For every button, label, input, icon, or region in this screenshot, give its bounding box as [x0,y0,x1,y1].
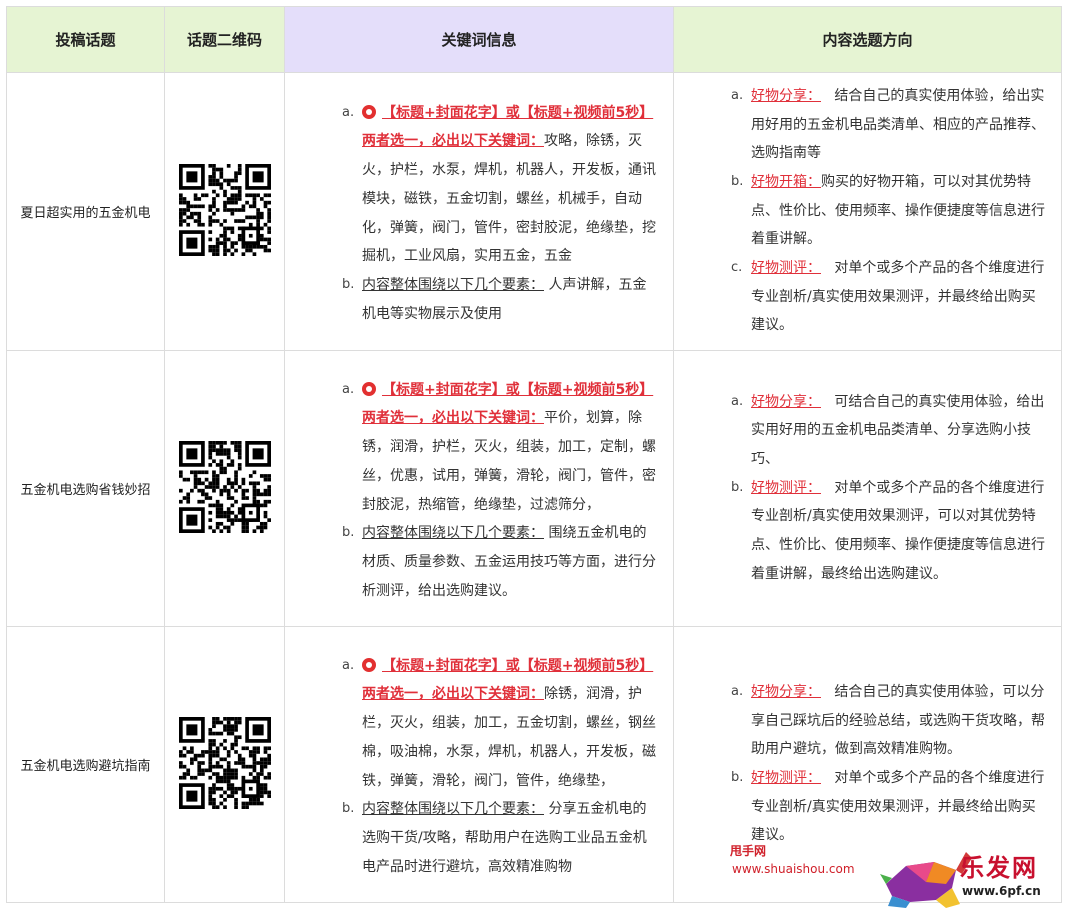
list-item: a. 好物分享： 可结合自己的真实使用体验，给出实用好用的五金机电品类清单、分享… [731,388,1048,474]
list-marker: a. [731,393,744,409]
keyword-list: 攻略，除锈，灭火，护栏，水泵，焊机，机器人，开发板，通讯模块，磁铁，五金切割，螺… [362,133,656,265]
header-keywords: 关键词信息 [284,6,674,73]
element-label: 内容整体围绕以下几个要素： [362,801,544,818]
list-marker: b. [731,173,744,189]
direction-label: 好物分享： [751,683,821,700]
list-item: c. 好物测评： 对单个或多个产品的各个维度进行专业剖析/真实使用效果测评，并最… [731,254,1048,340]
list-marker: b. [342,525,355,541]
list-marker: b. [342,276,355,292]
keywords-cell: a. 【标题+封面花字】或【标题+视频前5秒】两者选一，必出以下关键词：平价，划… [284,350,674,627]
element-label: 内容整体围绕以下几个要素： [362,276,544,293]
watermark-logo-url: www.6pf.cn [962,884,1041,898]
watermark-site-url: www.shuaishou.com [732,862,855,876]
list-item: b. 好物开箱：购买的好物开箱，可以对其优势特点、性价比、使用频率、操作便捷度等… [731,168,1048,254]
table-row: 五金机电选购省钱妙招 a. 【标题+封面花字】或【标题+视频前5秒】两者选一，必… [6,350,1062,627]
list-marker: b. [731,479,744,495]
qr-code-icon[interactable] [178,163,271,256]
target-icon [362,381,376,396]
watermark-logo-text: 乐发网 [960,853,1038,882]
target-icon [362,104,376,119]
list-item: a. 【标题+封面花字】或【标题+视频前5秒】两者选一，必出以下关键词：平价，划… [342,376,658,520]
direction-cell: a. 好物分享： 结合自己的真实使用体验，给出实用好用的五金机电品类清单、相应的… [673,72,1062,351]
list-marker: c. [731,260,743,276]
list-item: b. 内容整体围绕以下几个要素： 围绕五金机电的材质、质量参数、五金运用技巧等方… [342,519,658,605]
direction-label: 好物分享： [751,87,821,104]
list-marker: a. [731,87,744,103]
element-label: 内容整体围绕以下几个要素： [362,525,544,542]
direction-cell: a. 好物分享： 可结合自己的真实使用体验，给出实用好用的五金机电品类清单、分享… [673,350,1062,627]
keywords-cell: a. 【标题+封面花字】或【标题+视频前5秒】两者选一，必出以下关键词：除锈，润… [284,626,674,903]
header-direction: 内容选题方向 [673,6,1062,73]
list-marker: a. [342,104,355,120]
header-row: 投稿话题 话题二维码 关键词信息 内容选题方向 [6,6,1062,73]
qr-code-icon[interactable] [178,716,271,809]
header-qr: 话题二维码 [164,6,285,73]
table-row: 夏日超实用的五金机电 a. 【标题+封面花字】或【标题+视频前5秒】两者选一，必… [6,72,1062,351]
list-item: b. 好物测评： 对单个或多个产品的各个维度进行专业剖析/真实使用效果测评，可以… [731,474,1048,589]
header-topic: 投稿话题 [6,6,165,73]
list-marker: a. [342,657,355,673]
list-item: b. 好物测评： 对单个或多个产品的各个维度进行专业剖析/真实使用效果测评，并最… [731,764,1048,850]
list-item: b. 内容整体围绕以下几个要素： 人声讲解，五金机电等实物展示及使用 [342,271,658,328]
list-marker: a. [342,381,355,397]
direction-label: 好物测评： [751,770,821,786]
qr-cell [164,350,285,627]
list-item: a. 好物分享： 结合自己的真实使用体验，可以分享自己踩坑后的经验总结，或选购干… [731,678,1048,764]
keywords-cell: a. 【标题+封面花字】或【标题+视频前5秒】两者选一，必出以下关键词：攻略，除… [284,72,674,351]
direction-label: 好物分享： [751,393,821,410]
topic-cell: 夏日超实用的五金机电 [6,72,165,351]
direction-label: 好物测评： [751,479,821,496]
list-item: a. 【标题+封面花字】或【标题+视频前5秒】两者选一，必出以下关键词：攻略，除… [342,99,658,271]
topic-cell: 五金机电选购避坑指南 [6,626,165,903]
list-marker: b. [731,770,744,785]
list-item: b. 内容整体围绕以下几个要素： 分享五金机电的选购干货/攻略，帮助用户在选购工… [342,795,658,881]
list-marker: a. [731,683,744,699]
direction-label: 好物开箱： [751,173,821,190]
qr-code-icon[interactable] [178,440,271,533]
list-item: a. 好物分享： 结合自己的真实使用体验，给出实用好用的五金机电品类清单、相应的… [731,82,1048,168]
direction-label: 好物测评： [751,260,821,277]
qr-cell [164,72,285,351]
watermark-site-name: 甩手网 [730,844,767,858]
list-item: a. 【标题+封面花字】或【标题+视频前5秒】两者选一，必出以下关键词：除锈，润… [342,652,658,796]
topic-table: 投稿话题 话题二维码 关键词信息 内容选题方向 夏日超实用的五金机电 a. 【标… [6,6,1062,903]
topic-cell: 五金机电选购省钱妙招 [6,350,165,627]
list-marker: b. [342,801,355,817]
qr-cell [164,626,285,903]
target-icon [362,657,376,672]
